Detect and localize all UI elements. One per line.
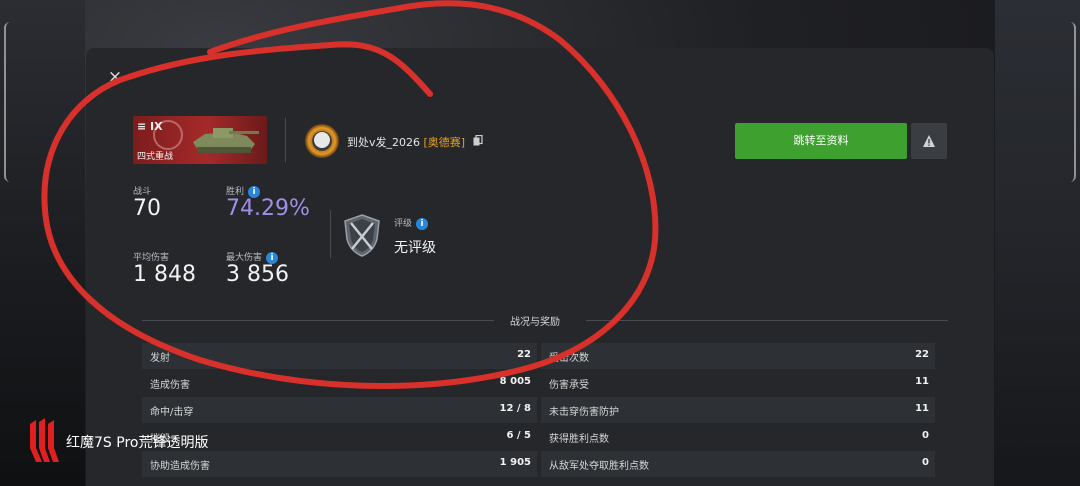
player-name[interactable]: 到处v发_2026 [奥德赛] — [347, 134, 465, 150]
row-label: 命中/击穿 — [150, 407, 194, 418]
tank-image — [193, 128, 259, 153]
player-clan-tag[interactable]: [奥德赛] — [424, 136, 466, 149]
table-row: 造成伤害 8 005 — [142, 370, 537, 396]
header-divider — [285, 118, 286, 162]
row-label: 获得胜利点数 — [549, 434, 609, 445]
red-magic-logo-icon — [30, 418, 59, 462]
row-label: 受击次数 — [549, 353, 589, 364]
row-value: 22 — [915, 349, 929, 360]
rating-value: 无评级 — [394, 240, 436, 256]
row-value: 11 — [915, 403, 929, 414]
goto-profile-button[interactable]: 跳转至资料 — [735, 123, 907, 159]
section-divider-left — [142, 320, 494, 321]
battles-value: 70 — [133, 196, 161, 221]
table-row: 伤害承受 11 — [541, 370, 935, 396]
phone-edge-left — [4, 22, 10, 182]
row-value: 8 005 — [499, 376, 531, 387]
rating-shield-icon — [344, 214, 380, 257]
copy-icon[interactable] — [473, 135, 483, 146]
tank-name: 四式重战 — [137, 152, 174, 162]
info-icon[interactable]: i — [416, 217, 429, 230]
player-rank-icon — [305, 124, 339, 158]
section-title: 战况与奖励 — [510, 317, 560, 328]
row-value: 12 / 8 — [499, 403, 532, 414]
row-label: 从敌军处夺取胜利点数 — [549, 461, 649, 472]
rating-label-text: 评级 — [394, 219, 413, 229]
report-button[interactable] — [911, 123, 947, 159]
row-value: 1 905 — [499, 457, 531, 468]
row-value: 11 — [915, 376, 929, 387]
row-value: 0 — [922, 457, 929, 468]
device-watermark: 红魔7S Pro荒锋透明版 — [26, 418, 246, 464]
background-left — [0, 0, 85, 486]
max-damage-value: 3 856 — [226, 262, 289, 287]
tank-card: ≡ IX 四式重战 — [133, 116, 267, 164]
row-value: 6 / 5 — [506, 430, 531, 441]
section-divider-right — [586, 320, 948, 321]
row-label: 伤害承受 — [549, 380, 589, 391]
background-right — [995, 0, 1080, 486]
table-row: 从敌军处夺取胜利点数 0 — [541, 451, 935, 477]
row-label: 发射 — [150, 353, 170, 364]
tank-tier: ≡ IX — [137, 120, 163, 133]
rating-label: 评级 i — [394, 216, 429, 230]
rating-divider — [330, 210, 331, 258]
row-value: 22 — [517, 349, 531, 360]
table-row: 未击穿伤害防护 11 — [541, 397, 935, 423]
warning-icon — [923, 135, 935, 147]
table-row: 获得胜利点数 0 — [541, 424, 935, 450]
close-button[interactable]: × — [106, 68, 124, 86]
table-row: 受击次数 22 — [541, 343, 935, 369]
player-nickname: 到处v发_2026 — [347, 136, 421, 149]
row-label: 造成伤害 — [150, 380, 190, 391]
phone-edge-right — [1070, 22, 1076, 182]
table-row: 发射 22 — [142, 343, 537, 369]
avg-damage-value: 1 848 — [133, 262, 196, 287]
row-label: 未击穿伤害防护 — [549, 407, 619, 418]
winrate-value: 74.29% — [226, 196, 310, 221]
watermark-text: 红魔7S Pro荒锋透明版 — [66, 435, 209, 451]
row-value: 0 — [922, 430, 929, 441]
